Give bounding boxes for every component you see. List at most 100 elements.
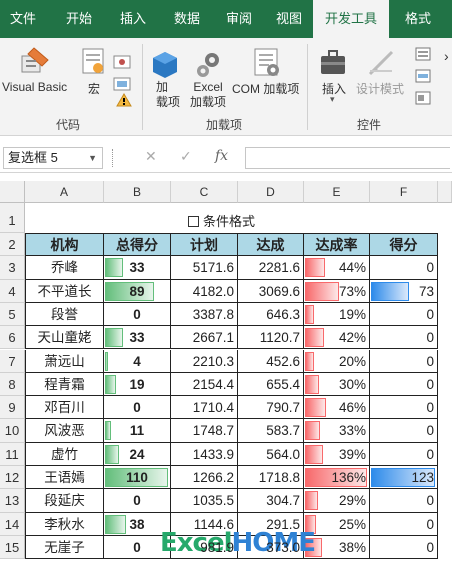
chevron-down-icon[interactable]: ▼ — [88, 148, 97, 168]
cell-total-score[interactable]: 110 — [104, 466, 171, 490]
cell-done[interactable]: 2281.6 — [238, 256, 304, 280]
row-header-3[interactable]: 3 — [0, 256, 25, 280]
cell-points[interactable]: 0 — [370, 396, 438, 420]
cell-total-score[interactable]: 33 — [104, 326, 171, 350]
cell-points[interactable]: 0 — [370, 302, 438, 327]
cell-points[interactable]: 0 — [370, 349, 438, 373]
column-header-d[interactable]: D — [238, 181, 304, 203]
row-header-4[interactable]: 4 — [0, 279, 25, 303]
macro-security-icon[interactable] — [116, 93, 132, 107]
properties-icon[interactable] — [414, 46, 432, 62]
cell-rate[interactable]: 73% — [304, 279, 370, 303]
view-code-icon[interactable] — [414, 68, 432, 84]
cell-points[interactable]: 0 — [370, 442, 438, 466]
cell-points[interactable]: 0 — [370, 535, 438, 560]
excel-addins-button[interactable]: Excel 加载项 — [190, 80, 226, 110]
cell-total-score[interactable]: 0 — [104, 489, 171, 513]
row-header-15[interactable]: 15 — [0, 535, 25, 560]
cell-org[interactable]: 无崖子 — [25, 535, 104, 560]
cancel-icon[interactable]: ✕ — [145, 148, 157, 165]
cell-plan[interactable]: 1433.9 — [171, 442, 238, 466]
cell-rate[interactable]: 30% — [304, 372, 370, 397]
cell-org[interactable]: 段誉 — [25, 302, 104, 327]
cell-done[interactable]: 583.7 — [238, 419, 304, 443]
cell-org[interactable]: 乔峰 — [25, 256, 104, 280]
row-header-12[interactable]: 12 — [0, 466, 25, 490]
cell-org[interactable]: 风波恶 — [25, 419, 104, 443]
cell-points[interactable]: 0 — [370, 512, 438, 536]
cell-org[interactable]: 李秋水 — [25, 512, 104, 536]
cell-plan[interactable]: 4182.0 — [171, 279, 238, 303]
cell-total-score[interactable]: 89 — [104, 279, 171, 303]
row-header-10[interactable]: 10 — [0, 419, 25, 443]
cell-plan[interactable]: 2154.4 — [171, 372, 238, 397]
cell-org[interactable]: 王语嫣 — [25, 466, 104, 490]
cell-total-score[interactable]: 24 — [104, 442, 171, 466]
cell-plan[interactable]: 2210.3 — [171, 349, 238, 373]
com-addins-icon[interactable] — [252, 46, 282, 78]
row-header-6[interactable]: 6 — [0, 326, 25, 350]
tab-file[interactable]: 文件 — [0, 0, 46, 38]
cell-points[interactable]: 73 — [370, 279, 438, 303]
cell-total-score[interactable]: 33 — [104, 256, 171, 280]
cell-rate[interactable]: 42% — [304, 326, 370, 350]
cell-total-score[interactable]: 11 — [104, 419, 171, 443]
row-header-9[interactable]: 9 — [0, 396, 25, 420]
column-header-c[interactable]: C — [171, 181, 238, 203]
scroll-right-icon[interactable]: › — [444, 48, 449, 64]
cell-rate[interactable]: 136% — [304, 466, 370, 490]
column-header-b[interactable]: B — [104, 181, 171, 203]
cell-done[interactable]: 452.6 — [238, 349, 304, 373]
table-header-cell[interactable]: 总得分 — [104, 233, 171, 257]
insert-control-icon[interactable] — [318, 48, 348, 78]
conditional-format-checkbox[interactable]: 条件格式 — [188, 211, 255, 230]
row-header-13[interactable]: 13 — [0, 489, 25, 513]
cell-rate[interactable]: 44% — [304, 256, 370, 280]
macro-button[interactable]: 宏 — [88, 80, 100, 97]
row-header-2[interactable]: 2 — [0, 233, 25, 257]
column-header-e[interactable]: E — [304, 181, 370, 203]
tab-view[interactable]: 视图 — [266, 0, 312, 38]
cell-plan[interactable]: 1035.5 — [171, 489, 238, 513]
formula-input[interactable] — [245, 147, 450, 169]
addins-icon[interactable] — [151, 50, 179, 80]
cell-points[interactable]: 0 — [370, 326, 438, 350]
design-mode-button[interactable]: 设计模式 — [356, 80, 404, 97]
select-all-corner[interactable] — [0, 181, 25, 203]
table-header-cell[interactable]: 达成率 — [304, 233, 370, 257]
cell-plan[interactable]: 5171.6 — [171, 256, 238, 280]
cell-plan[interactable]: 3387.8 — [171, 302, 238, 327]
cell-rate[interactable]: 29% — [304, 489, 370, 513]
cell-org[interactable]: 虚竹 — [25, 442, 104, 466]
cell-org[interactable]: 程青霜 — [25, 372, 104, 397]
cell-total-score[interactable]: 4 — [104, 349, 171, 373]
cell-total-score[interactable]: 0 — [104, 396, 171, 420]
cell-plan[interactable]: 1710.4 — [171, 396, 238, 420]
cell-done[interactable]: 3069.6 — [238, 279, 304, 303]
cell-rate[interactable]: 39% — [304, 442, 370, 466]
table-header-cell[interactable]: 得分 — [370, 233, 438, 257]
table-header-cell[interactable]: 计划 — [171, 233, 238, 257]
name-box[interactable]: 复选框 5 ▼ — [3, 147, 103, 169]
tab-data[interactable]: 数据 — [164, 0, 210, 38]
cell-done[interactable]: 646.3 — [238, 302, 304, 327]
relative-ref-icon[interactable] — [112, 76, 132, 92]
cell-points[interactable]: 0 — [370, 372, 438, 397]
cell-points[interactable]: 123 — [370, 466, 438, 490]
cell-done[interactable]: 564.0 — [238, 442, 304, 466]
cell-total-score[interactable]: 19 — [104, 372, 171, 397]
cell-org[interactable]: 不平道长 — [25, 279, 104, 303]
tab-insert[interactable]: 插入 — [110, 0, 156, 38]
row-header-7[interactable]: 7 — [0, 349, 25, 373]
cell-rate[interactable]: 33% — [304, 419, 370, 443]
row-header-8[interactable]: 8 — [0, 372, 25, 397]
tab-review[interactable]: 审阅 — [216, 0, 262, 38]
cell-done[interactable]: 790.7 — [238, 396, 304, 420]
cell-done[interactable]: 1120.7 — [238, 326, 304, 350]
record-macro-icon[interactable] — [112, 54, 132, 70]
cell-rate[interactable]: 20% — [304, 349, 370, 373]
cell-org[interactable]: 天山童姥 — [25, 326, 104, 350]
tab-developer[interactable]: 开发工具 — [313, 0, 389, 40]
cell-points[interactable]: 0 — [370, 256, 438, 280]
row-header-11[interactable]: 11 — [0, 442, 25, 466]
